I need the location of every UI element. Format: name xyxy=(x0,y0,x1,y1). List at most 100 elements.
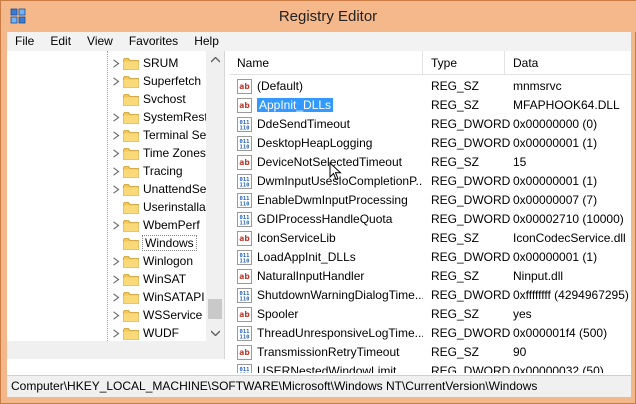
value-data: 0xffffffff (4294967295) xyxy=(513,288,629,302)
tree-item-terminal-ser[interactable]: Terminal Ser xyxy=(111,126,210,144)
svg-text:ab: ab xyxy=(239,234,250,243)
table-row[interactable]: ab DeviceNotSelectedTimeout REG_SZ 15 xyxy=(229,153,631,172)
tree-item-label: SRUM xyxy=(143,56,179,70)
tree-item-label: SystemResto xyxy=(143,110,215,124)
expand-arrow-icon[interactable] xyxy=(111,274,120,284)
folder-icon xyxy=(123,309,139,322)
tree-item-time-zones[interactable]: Time Zones xyxy=(111,144,206,162)
scroll-down-arrow-icon[interactable] xyxy=(206,324,224,341)
scroll-up-arrow-icon[interactable] xyxy=(206,51,224,68)
tree-horizontal-scrollbar[interactable] xyxy=(7,341,224,359)
table-row[interactable]: 011110 USERNestedWindowLimit REG_DWORD0x00… xyxy=(229,362,631,373)
column-header-data[interactable]: Data xyxy=(505,51,631,75)
binary-value-icon: 011110 xyxy=(237,193,252,208)
title-bar[interactable]: Registry Editor xyxy=(1,1,636,32)
tree-item-wbemperf[interactable]: WbemPerf xyxy=(111,216,200,234)
binary-value-icon: 011110 xyxy=(237,250,252,265)
tree-item-superfetch[interactable]: Superfetch xyxy=(111,72,201,90)
expand-arrow-icon[interactable] xyxy=(111,112,120,122)
value-data: 0x000001f4 (500) xyxy=(513,326,608,340)
expand-arrow-icon[interactable] xyxy=(111,148,120,158)
table-row[interactable]: ab (Default) REG_SZ mnmsrvc xyxy=(229,77,631,96)
string-value-icon: ab xyxy=(237,345,252,360)
tree-item-label: Userinstallab xyxy=(143,200,213,214)
value-data: Ninput.dll xyxy=(513,269,564,283)
value-type: REG_DWORD xyxy=(431,212,511,226)
tree-item-winsat[interactable]: WinSAT xyxy=(111,270,186,288)
value-name-text: GDIProcessHandleQuota xyxy=(257,212,393,226)
value-name-text: DdeSendTimeout xyxy=(257,117,350,131)
menu-favorites[interactable]: Favorites xyxy=(121,32,186,51)
value-name: GDIProcessHandleQuota xyxy=(257,210,423,229)
tree-item-windows[interactable]: Windows xyxy=(111,234,197,252)
value-name: Spooler xyxy=(257,305,423,324)
folder-icon xyxy=(123,57,139,70)
tree-item-svchost[interactable]: Svchost xyxy=(111,90,186,108)
expand-arrow-icon[interactable] xyxy=(111,58,120,68)
menu-view[interactable]: View xyxy=(79,32,121,51)
expand-arrow-icon[interactable] xyxy=(111,256,120,266)
tree-item-label: Winlogon xyxy=(143,254,194,268)
tree-item-wudf[interactable]: WUDF xyxy=(111,324,179,342)
value-type: REG_SZ xyxy=(431,79,480,93)
tree-item-winlogon[interactable]: Winlogon xyxy=(111,252,193,270)
value-data: 90 xyxy=(513,345,527,359)
tree-item-srum[interactable]: SRUM xyxy=(111,54,178,72)
table-row[interactable]: 011 110 ThreadUnresponsiveLogTime... REG_DW… xyxy=(229,324,631,343)
value-type: REG_DWORD xyxy=(431,326,511,340)
expand-arrow-icon[interactable] xyxy=(111,130,120,140)
svg-text:110: 110 xyxy=(240,202,250,208)
column-header-type[interactable]: Type xyxy=(423,51,505,75)
expand-arrow-icon[interactable] xyxy=(111,166,120,176)
tree-item-winsatapi[interactable]: WinSATAPI xyxy=(111,288,205,306)
menu-edit[interactable]: Edit xyxy=(42,32,79,51)
folder-icon xyxy=(123,219,139,232)
folder-icon xyxy=(123,165,139,178)
status-bar: Computer\HKEY_LOCAL_MACHINE\SOFTWARE\Mic… xyxy=(7,375,631,397)
table-row[interactable]: 011 110 GDIProcessHandleQuota REG_DWORD 0x00… xyxy=(229,210,631,229)
key-tree: SRUM Superfetch Svchost SystemResto Terminal… xyxy=(7,51,225,359)
expand-arrow-icon[interactable] xyxy=(111,184,120,194)
table-row[interactable]: ab NaturalInputHandler REG_SZ Ninput.dll xyxy=(229,267,631,286)
table-row[interactable]: 011 110 DdeSendTimeout REG_DWORD 0x00000000 … xyxy=(229,115,631,134)
svg-text:ab: ab xyxy=(239,348,250,357)
svg-text:ab: ab xyxy=(239,310,250,319)
table-row[interactable]: 011 110 DwmInputUsesIoCompletionP... REG_DW… xyxy=(229,172,631,191)
binary-value-icon: 011110 xyxy=(237,136,252,151)
tree-scroll-thumb[interactable] xyxy=(208,299,222,319)
folder-icon xyxy=(123,291,139,304)
mouse-cursor-icon xyxy=(329,162,342,181)
binary-value-icon: 011110 xyxy=(237,174,252,189)
table-row[interactable]: ab AppInit_DLLs REG_SZ MFAPHOOK64.DLL xyxy=(229,96,631,115)
menu-help[interactable]: Help xyxy=(186,32,227,51)
menu-file[interactable]: File xyxy=(7,32,42,51)
binary-value-icon: 011110 xyxy=(237,288,252,303)
expand-arrow-icon[interactable] xyxy=(111,310,120,320)
table-row[interactable]: 011 110 ShutdownWarningDialogTime... REG_DW… xyxy=(229,286,631,305)
table-row[interactable]: ab Spooler REG_SZ yes xyxy=(229,305,631,324)
expand-arrow-icon[interactable] xyxy=(111,328,120,338)
table-row[interactable]: ab IconServiceLib REG_SZ IconCodecService.d… xyxy=(229,229,631,248)
value-name-text: EnableDwmInputProcessing xyxy=(257,193,408,207)
table-row[interactable]: 011 110 EnableDwmInputProcessing REG_DWORD 0… xyxy=(229,191,631,210)
binary-value-icon: 011110 xyxy=(237,364,252,373)
column-header-name[interactable]: Name xyxy=(229,51,423,75)
status-path: Computer\HKEY_LOCAL_MACHINE\SOFTWARE\Mic… xyxy=(11,379,538,393)
svg-text:110: 110 xyxy=(240,373,250,374)
value-type: REG_SZ xyxy=(431,345,480,359)
tree-vertical-scrollbar[interactable] xyxy=(206,51,224,341)
tree-item-wsservice[interactable]: WSService xyxy=(111,306,202,324)
table-row[interactable]: 011 110 DesktopHeapLogging REG_DWORD 0x00000… xyxy=(229,134,631,153)
tree-item-systemresto[interactable]: SystemResto xyxy=(111,108,214,126)
folder-icon xyxy=(123,255,139,268)
expand-arrow-icon[interactable] xyxy=(111,220,120,230)
tree-item-unattendset[interactable]: UnattendSet xyxy=(111,180,210,198)
binary-value-icon: 011110 xyxy=(237,326,252,341)
expand-arrow-icon[interactable] xyxy=(111,76,120,86)
expander-placeholder xyxy=(111,239,120,248)
table-row[interactable]: ab TransmissionRetryTimeout REG_SZ 90 xyxy=(229,343,631,362)
tree-item-tracing[interactable]: Tracing xyxy=(111,162,183,180)
tree-item-userinstallab[interactable]: Userinstallab xyxy=(111,198,212,216)
expand-arrow-icon[interactable] xyxy=(111,292,120,302)
table-row[interactable]: 011 110 LoadAppInit_DLLs REG_DWORD 0x0000000… xyxy=(229,248,631,267)
